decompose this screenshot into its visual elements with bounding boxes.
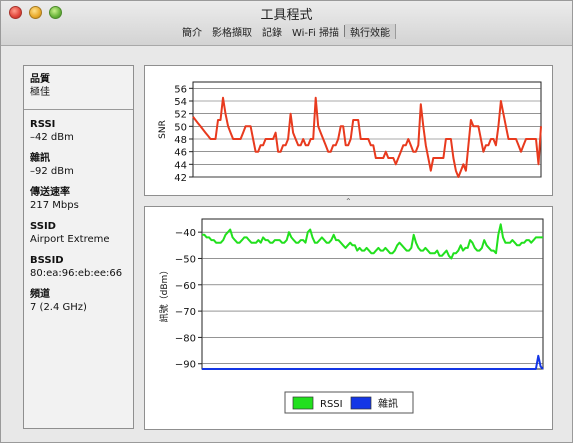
y-tick-label: 50 <box>174 122 187 133</box>
y-tick-label: 44 <box>174 160 187 171</box>
y-tick-label: −40 <box>175 228 196 239</box>
stat-value: –92 dBm <box>30 166 74 177</box>
menu-bar: 簡介 影格擷取 記錄 Wi-Fi 掃描 執行效能 <box>1 24 572 39</box>
menu-item-performance[interactable]: 執行效能 <box>345 24 397 39</box>
stat-value: Airport Extreme <box>30 234 110 245</box>
app-window: 工具程式 簡介 影格擷取 記錄 Wi-Fi 掃描 執行效能 品質 極佳 RSSI… <box>0 0 573 443</box>
stat-ssid: SSID Airport Extreme <box>30 220 127 246</box>
stats-list: RSSI –42 dBm 雜訊 –92 dBm 傳送速率 217 Mbps SS… <box>24 118 133 314</box>
plot-frame <box>201 218 544 370</box>
legend-label: RSSI <box>320 399 343 410</box>
legend-label: 雜訊 <box>378 397 398 410</box>
title-bar: 工具程式 簡介 影格擷取 記錄 Wi-Fi 掃描 執行效能 <box>1 1 572 46</box>
y-tick-label: −90 <box>175 360 196 371</box>
quality-value: 極佳 <box>30 87 50 98</box>
y-tick-label: −50 <box>175 254 196 265</box>
stat-label: 傳送速率 <box>30 187 70 198</box>
y-tick-label: −60 <box>175 281 196 292</box>
menu-item-frame-capture[interactable]: 影格擷取 <box>207 24 257 39</box>
stat-channel: 頻道 7 (2.4 GHz) <box>30 288 127 314</box>
y-tick-label: 42 <box>174 173 187 184</box>
menu-item-wifi-scan[interactable]: Wi-Fi 掃描 <box>287 24 344 39</box>
y-tick-label: 46 <box>174 148 187 159</box>
stat-label: 雜訊 <box>30 153 50 164</box>
splitter-grip-icon[interactable]: ⌃ <box>345 197 352 206</box>
stat-rssi: RSSI –42 dBm <box>30 118 127 144</box>
stat-noise: 雜訊 –92 dBm <box>30 152 127 178</box>
signal-chart-panel: −40 −50 −60 −70 −80 −90 訊號（dBm） RSSI 雜訊 <box>144 206 553 430</box>
y-tick-label: 54 <box>174 97 187 108</box>
stat-tx-rate: 傳送速率 217 Mbps <box>30 186 127 212</box>
window-title: 工具程式 <box>260 8 313 23</box>
stat-value: 80:ea:96:eb:ee:66 <box>30 268 123 279</box>
menu-item-logging[interactable]: 記錄 <box>257 24 287 39</box>
quality-label: 品質 <box>30 74 50 85</box>
snr-chart-panel: 42 44 46 48 50 52 54 56 SNR <box>144 65 553 196</box>
y-axis-label: SNR <box>158 120 168 139</box>
stat-value: 7 (2.4 GHz) <box>30 302 87 313</box>
y-tick-label: −70 <box>175 307 196 318</box>
quality-section: 品質 極佳 <box>24 66 133 110</box>
stat-label: SSID <box>30 221 56 232</box>
stat-label: BSSID <box>30 255 64 266</box>
legend-swatch <box>350 396 372 410</box>
y-tick-label: 48 <box>174 135 187 146</box>
stat-bssid: BSSID 80:ea:96:eb:ee:66 <box>30 254 127 280</box>
snr-chart: 42 4446 48 5052 54 56 SNR <box>158 81 542 184</box>
stat-value: –42 dBm <box>30 132 74 143</box>
y-tick-label: −80 <box>175 333 196 344</box>
stat-label: RSSI <box>30 119 56 130</box>
y-axis-label: 訊號（dBm） <box>158 266 170 323</box>
y-tick-label: 56 <box>174 84 187 95</box>
legend-swatch <box>292 396 314 410</box>
menu-item-overview[interactable]: 簡介 <box>177 24 207 39</box>
signal-chart: −40 −50 −60 −70 −80 −90 訊號（dBm） RSSI 雜訊 <box>158 218 544 414</box>
y-tick-label: 52 <box>174 110 187 121</box>
stats-sidebar: 品質 極佳 RSSI –42 dBm 雜訊 –92 dBm 傳送速率 217 M… <box>23 65 134 429</box>
stat-label: 頻道 <box>30 289 50 300</box>
stat-value: 217 Mbps <box>30 200 79 211</box>
chart-legend: RSSI 雜訊 <box>284 391 414 414</box>
